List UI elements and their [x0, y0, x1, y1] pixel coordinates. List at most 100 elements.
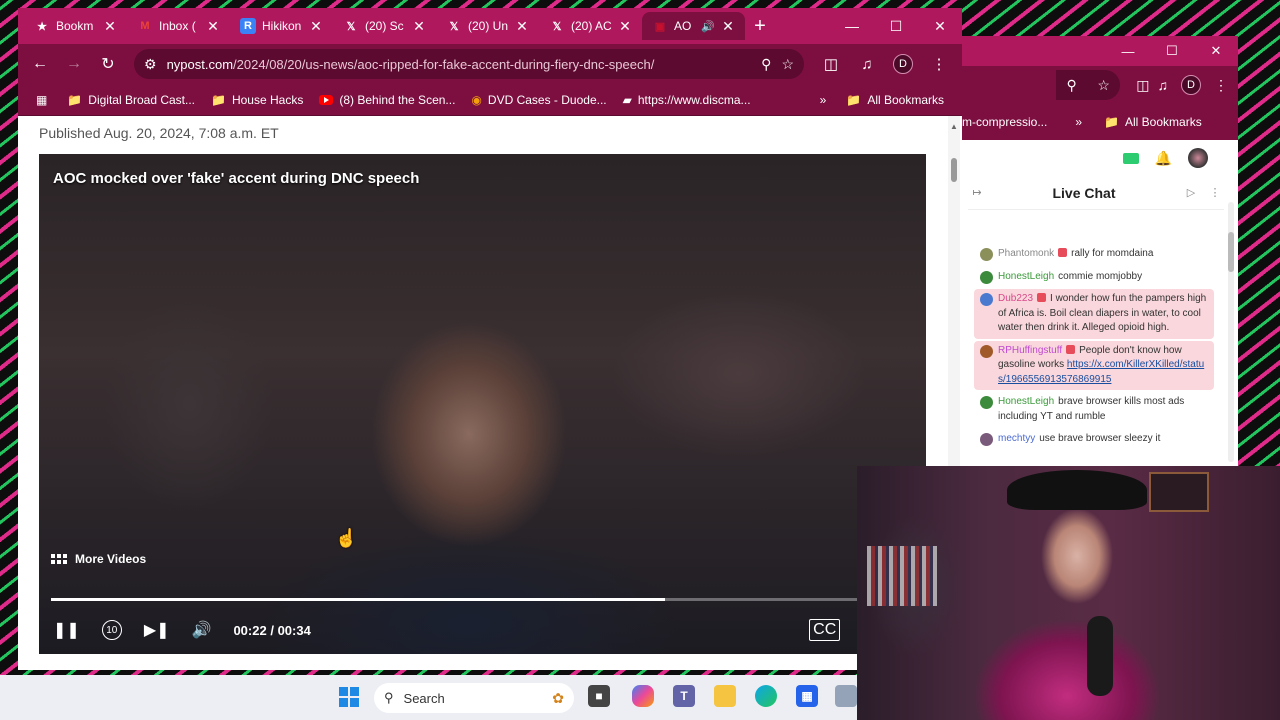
tab-close-icon[interactable]: ✕ [721, 18, 735, 35]
bookmark-item[interactable]: ◉ DVD Cases - Duode... [463, 93, 614, 107]
tab-close-icon[interactable]: ✕ [412, 18, 426, 35]
avatar[interactable] [980, 293, 993, 306]
video-progress-bar[interactable] [51, 598, 916, 601]
chat-username[interactable]: HonestLeigh [998, 396, 1054, 407]
file-manager-icon[interactable]: ■ [588, 685, 610, 707]
windows-start-icon[interactable] [339, 687, 359, 707]
browser-tab[interactable]: ★ Bookm ✕ [24, 12, 127, 40]
new-tab-button[interactable]: + [745, 15, 775, 38]
maximize-icon[interactable]: ☐ [1150, 36, 1194, 66]
apps-grid-icon[interactable]: ▦ [28, 93, 55, 107]
close-window-icon[interactable]: ✕ [1194, 36, 1238, 66]
taskbar-search[interactable]: ⚲ Search ✿ [374, 683, 574, 713]
scrollbar-thumb[interactable] [951, 158, 957, 182]
menu-kebab-icon[interactable]: ⋮ [1214, 77, 1228, 94]
address-bar-end[interactable]: ⚲ ☆ [1056, 70, 1121, 100]
browser-tab[interactable]: R Hikikon ✕ [230, 12, 333, 40]
bookmark-item[interactable]: ▰ https://www.discma... [615, 93, 759, 107]
address-bar[interactable]: ⚙ nypost.com/2024/08/20/us-news/aoc-ripp… [134, 49, 804, 79]
camera-icon[interactable] [1122, 152, 1139, 164]
avatar[interactable] [980, 270, 993, 284]
microphone [1087, 616, 1113, 696]
browser-tab[interactable]: 𝕏 (20) Un ✕ [436, 12, 539, 40]
chat-username[interactable]: Dub223 [998, 293, 1033, 304]
chat-username[interactable]: RPHuffingstuff [998, 345, 1062, 356]
edge-icon[interactable] [755, 685, 777, 707]
menu-kebab-icon[interactable]: ⋮ [924, 55, 954, 73]
replay-10-icon[interactable]: 10 [101, 620, 122, 640]
minimize-icon[interactable]: — [1106, 36, 1150, 66]
bookmark-item[interactable]: 📁 Digital Broad Cast... [59, 93, 203, 107]
browser-tab[interactable]: M Inbox (✕ [127, 12, 230, 40]
chat-username[interactable]: HonestLeigh [998, 271, 1054, 282]
chat-menu-icon[interactable]: ⋮ [1206, 186, 1224, 199]
minimize-icon[interactable]: — [830, 8, 874, 44]
tab-close-icon[interactable]: ✕ [515, 18, 529, 35]
cast-icon[interactable]: ◫ [816, 55, 846, 73]
bookmark-partial[interactable]: m-compressio... [962, 115, 1047, 129]
zoom-icon[interactable]: ⚲ [761, 56, 771, 73]
chat-scrollbar-thumb[interactable] [1228, 232, 1234, 272]
all-bookmarks[interactable]: 📁 All Bookmarks [838, 93, 952, 107]
bell-icon[interactable]: 🔔 [1155, 150, 1172, 167]
avatar[interactable] [980, 344, 993, 358]
chat-message: RPHuffingstuff People don't know how gaso… [974, 340, 1214, 390]
copilot-icon[interactable] [632, 685, 654, 707]
bookmarks-bar-2: m-compressio... » 📁 All Bookmarks [962, 104, 1238, 140]
avatar[interactable] [980, 433, 993, 446]
more-videos-button[interactable]: More Videos [51, 552, 146, 566]
tab-close-icon[interactable]: ✕ [103, 18, 117, 35]
badge-icon [1037, 293, 1047, 302]
profile-avatar[interactable]: D [893, 54, 913, 74]
video-player[interactable]: AOC mocked over 'fake' accent during DNC… [39, 154, 926, 654]
all-bookmarks[interactable]: 📁 All Bookmarks [1104, 115, 1202, 129]
page-content: Published Aug. 20, 2024, 7:08 a.m. ET AO… [18, 116, 962, 670]
pause-icon[interactable]: ❚❚ [53, 620, 80, 640]
bookmark-item[interactable]: (8) Behind the Scen... [311, 93, 463, 107]
url-text[interactable]: nypost.com/2024/08/20/us-news/aoc-ripped… [167, 57, 752, 72]
bookmarks-overflow[interactable]: » [1075, 115, 1082, 129]
chat-scrollbar[interactable] [1228, 202, 1234, 462]
chat-text: rally for momdaina [1071, 248, 1154, 259]
cast-icon[interactable]: ◫ [1136, 77, 1149, 94]
site-info-icon[interactable]: ⚙ [144, 56, 157, 73]
speaker-icon[interactable]: 🔊 [701, 20, 715, 33]
bookmark-star-icon[interactable]: ☆ [781, 56, 794, 73]
back-icon[interactable]: ← [26, 55, 54, 73]
teams-icon[interactable]: T [673, 685, 695, 707]
bookmarks-overflow[interactable]: » [812, 93, 835, 107]
avatar[interactable] [980, 396, 993, 409]
collapse-icon[interactable]: ↦ [968, 186, 986, 199]
mouse-cursor-icon: ☝ [335, 528, 358, 548]
avatar[interactable] [1188, 148, 1208, 168]
avatar[interactable] [980, 248, 993, 261]
chat-username[interactable]: mechtyy [998, 433, 1035, 444]
browser-tab[interactable]: ▣ AO 🔊 ✕ [642, 12, 745, 40]
maximize-icon[interactable]: ☐ [874, 8, 918, 44]
bookmark-item[interactable]: 📁 House Hacks [203, 93, 311, 107]
next-icon[interactable]: ▶❚ [144, 620, 170, 640]
folder-icon[interactable] [714, 685, 736, 707]
media-control-icon[interactable]: ♫ [1158, 77, 1169, 93]
store-icon[interactable]: ▦ [796, 685, 818, 707]
media-control-icon[interactable]: ♫ [852, 56, 882, 73]
bookmark-star-icon[interactable]: ☆ [1097, 77, 1110, 94]
scroll-up-icon[interactable]: ▲ [950, 122, 958, 131]
tab-close-icon[interactable]: ✕ [309, 18, 323, 35]
profile-avatar[interactable]: D [1181, 75, 1201, 95]
browser-tab[interactable]: 𝕏 (20) AC ✕ [539, 12, 642, 40]
reload-icon[interactable]: ↻ [94, 54, 122, 74]
tab-close-icon[interactable]: ✕ [206, 18, 220, 35]
popout-icon[interactable]: ▷ [1182, 186, 1200, 199]
video-controls: ❚❚ 10 ▶❚ 🔊 00:22 / 00:34 CC ➤ ⚙ [39, 606, 926, 654]
browser-tab[interactable]: 𝕏 (20) Sc ✕ [333, 12, 436, 40]
volume-icon[interactable]: 🔊 [192, 620, 212, 640]
app-icon[interactable] [835, 685, 857, 707]
tab-close-icon[interactable]: ✕ [618, 18, 632, 35]
forward-icon[interactable]: → [60, 55, 88, 73]
chat-username[interactable]: Phantomonk [998, 248, 1054, 259]
gmail-icon: M [140, 20, 150, 32]
zoom-icon[interactable]: ⚲ [1067, 77, 1077, 94]
close-window-icon[interactable]: ✕ [918, 8, 962, 44]
captions-icon[interactable]: CC [809, 619, 841, 641]
